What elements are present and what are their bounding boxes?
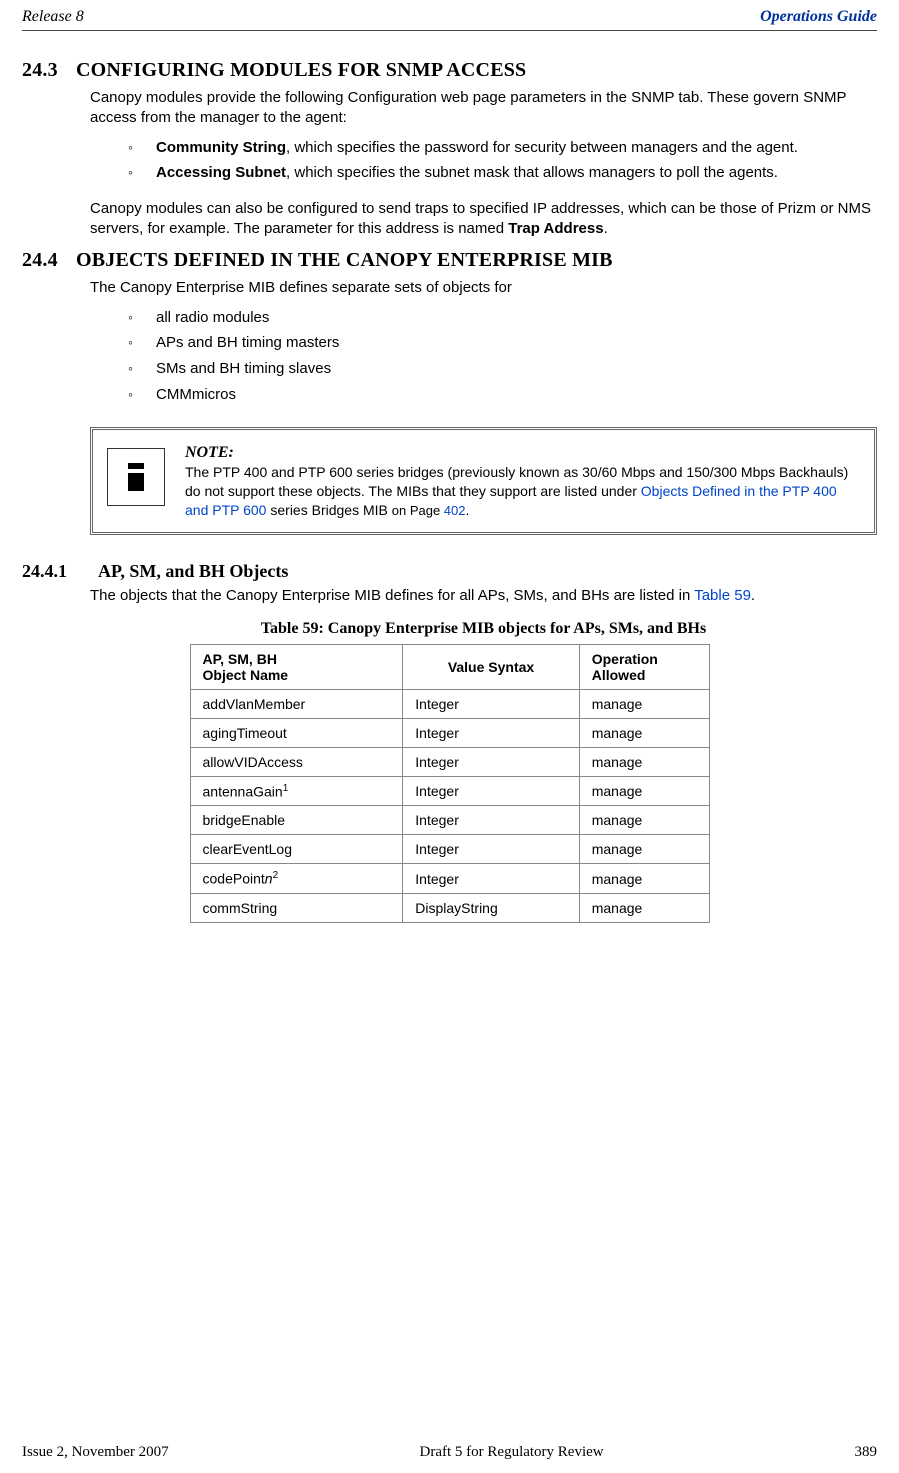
page-header: Release 8 Operations Guide (22, 8, 877, 26)
cell-object-name: clearEventLog (190, 835, 403, 864)
section-number: 24.3 (22, 59, 76, 82)
cell-syntax: Integer (403, 806, 579, 835)
cell-syntax: Integer (403, 747, 579, 776)
section-title: CONFIGURING MODULES FOR SNMP ACCESS (76, 59, 526, 81)
cell-syntax: Integer (403, 835, 579, 864)
page-footer: Issue 2, November 2007 Draft 5 for Regul… (22, 1444, 877, 1461)
header-rule (22, 30, 877, 31)
footer-right: 389 (855, 1444, 878, 1461)
bullet-label: Accessing Subnet (156, 164, 286, 181)
cell-syntax: DisplayString (403, 894, 579, 923)
cell-operation: manage (579, 689, 709, 718)
p1-pre: The objects that the Canopy Enterprise M… (90, 587, 694, 604)
bullet-label: Community String (156, 139, 286, 156)
s24-4-bullets: all radio modules APs and BH timing mast… (90, 308, 871, 405)
s24-4-p1: The Canopy Enterprise MIB defines separa… (90, 278, 871, 298)
th-line1: AP, SM, BH (203, 651, 277, 667)
cell-object-name: allowVIDAccess (190, 747, 403, 776)
bullet-aps-bh-masters: APs and BH timing masters (128, 333, 871, 353)
note-t2: series Bridges MIB (266, 502, 391, 518)
note-page-link[interactable]: 402 (444, 503, 466, 518)
bullet-rest: , which specifies the password for secur… (286, 139, 798, 156)
table-row: addVlanMemberIntegermanage (190, 689, 709, 718)
p2-bold: Trap Address (508, 220, 603, 237)
table-caption: Table 59: Canopy Enterprise MIB objects … (90, 620, 877, 638)
cell-operation: manage (579, 806, 709, 835)
table-header-row: AP, SM, BH Object Name Value Syntax Oper… (190, 644, 709, 689)
s24-3-bullets: Community String, which specifies the pa… (90, 138, 871, 184)
section-number: 24.4 (22, 249, 76, 272)
note-t3: on Page (392, 503, 444, 518)
cell-syntax: Integer (403, 689, 579, 718)
s24-3-p2: Canopy modules can also be configured to… (90, 199, 871, 239)
footer-left: Issue 2, November 2007 (22, 1444, 169, 1461)
info-icon (107, 448, 165, 506)
bullet-all-radio: all radio modules (128, 308, 871, 328)
cell-object-name: codePointn2 (190, 864, 403, 894)
bullet-cmmmicros: CMMmicros (128, 385, 871, 405)
cell-syntax: Integer (403, 864, 579, 894)
header-release: Release 8 (22, 8, 84, 26)
table-row: clearEventLogIntegermanage (190, 835, 709, 864)
note-t4: . (466, 502, 470, 518)
cell-syntax: Integer (403, 776, 579, 806)
cell-object-name: antennaGain1 (190, 776, 403, 806)
section-24-3-heading: 24.3CONFIGURING MODULES FOR SNMP ACCESS (22, 59, 877, 82)
cell-operation: manage (579, 776, 709, 806)
note-text: NOTE: The PTP 400 and PTP 600 series bri… (185, 442, 858, 520)
table-row: allowVIDAccessIntegermanage (190, 747, 709, 776)
section-24-3-body: Canopy modules provide the following Con… (90, 88, 871, 239)
page: Release 8 Operations Guide 24.3CONFIGURI… (0, 0, 899, 1473)
cell-operation: manage (579, 864, 709, 894)
section-24-4-heading: 24.4OBJECTS DEFINED IN THE CANOPY ENTERP… (22, 249, 877, 272)
cell-syntax: Integer (403, 718, 579, 747)
mib-table: AP, SM, BH Object Name Value Syntax Oper… (190, 644, 710, 923)
note-title: NOTE: (185, 444, 234, 461)
bullet-rest: , which specifies the subnet mask that a… (286, 164, 778, 181)
cell-operation: manage (579, 894, 709, 923)
p1-post: . (751, 587, 755, 604)
th-line2: Object Name (203, 667, 289, 683)
cell-operation: manage (579, 835, 709, 864)
cell-operation: manage (579, 747, 709, 776)
th-line1: Operation (592, 651, 658, 667)
subsection-24-4-1-body: The objects that the Canopy Enterprise M… (90, 586, 871, 606)
cell-object-name: addVlanMember (190, 689, 403, 718)
table-row: commStringDisplayStringmanage (190, 894, 709, 923)
table-ref-link[interactable]: Table 59 (694, 587, 751, 604)
subsection-number: 24.4.1 (22, 561, 98, 582)
table-row: antennaGain1Integermanage (190, 776, 709, 806)
s24-3-p1: Canopy modules provide the following Con… (90, 88, 871, 128)
th-value-syntax: Value Syntax (403, 644, 579, 689)
cell-object-name: bridgeEnable (190, 806, 403, 835)
bullet-sms-bh-slaves: SMs and BH timing slaves (128, 359, 871, 379)
header-guide: Operations Guide (760, 8, 877, 26)
section-title: OBJECTS DEFINED IN THE CANOPY ENTERPRISE… (76, 249, 613, 271)
cell-object-name: commString (190, 894, 403, 923)
section-24-4-body: The Canopy Enterprise MIB defines separa… (90, 278, 871, 405)
bullet-accessing-subnet: Accessing Subnet, which specifies the su… (128, 163, 871, 183)
th-operation: Operation Allowed (579, 644, 709, 689)
th-line2: Allowed (592, 667, 646, 683)
table-row: bridgeEnableIntegermanage (190, 806, 709, 835)
footer-center: Draft 5 for Regulatory Review (420, 1444, 604, 1461)
note-box: NOTE: The PTP 400 and PTP 600 series bri… (90, 427, 877, 535)
s24-4-1-p1: The objects that the Canopy Enterprise M… (90, 586, 871, 606)
subsection-title: AP, SM, and BH Objects (98, 561, 288, 581)
p2-pre: Canopy modules can also be configured to… (90, 200, 871, 237)
p2-post: . (604, 220, 608, 237)
bullet-community-string: Community String, which specifies the pa… (128, 138, 871, 158)
subsection-24-4-1-heading: 24.4.1AP, SM, and BH Objects (22, 561, 877, 582)
table-row: codePointn2Integermanage (190, 864, 709, 894)
table-row: agingTimeoutIntegermanage (190, 718, 709, 747)
cell-operation: manage (579, 718, 709, 747)
th-object-name: AP, SM, BH Object Name (190, 644, 403, 689)
cell-object-name: agingTimeout (190, 718, 403, 747)
